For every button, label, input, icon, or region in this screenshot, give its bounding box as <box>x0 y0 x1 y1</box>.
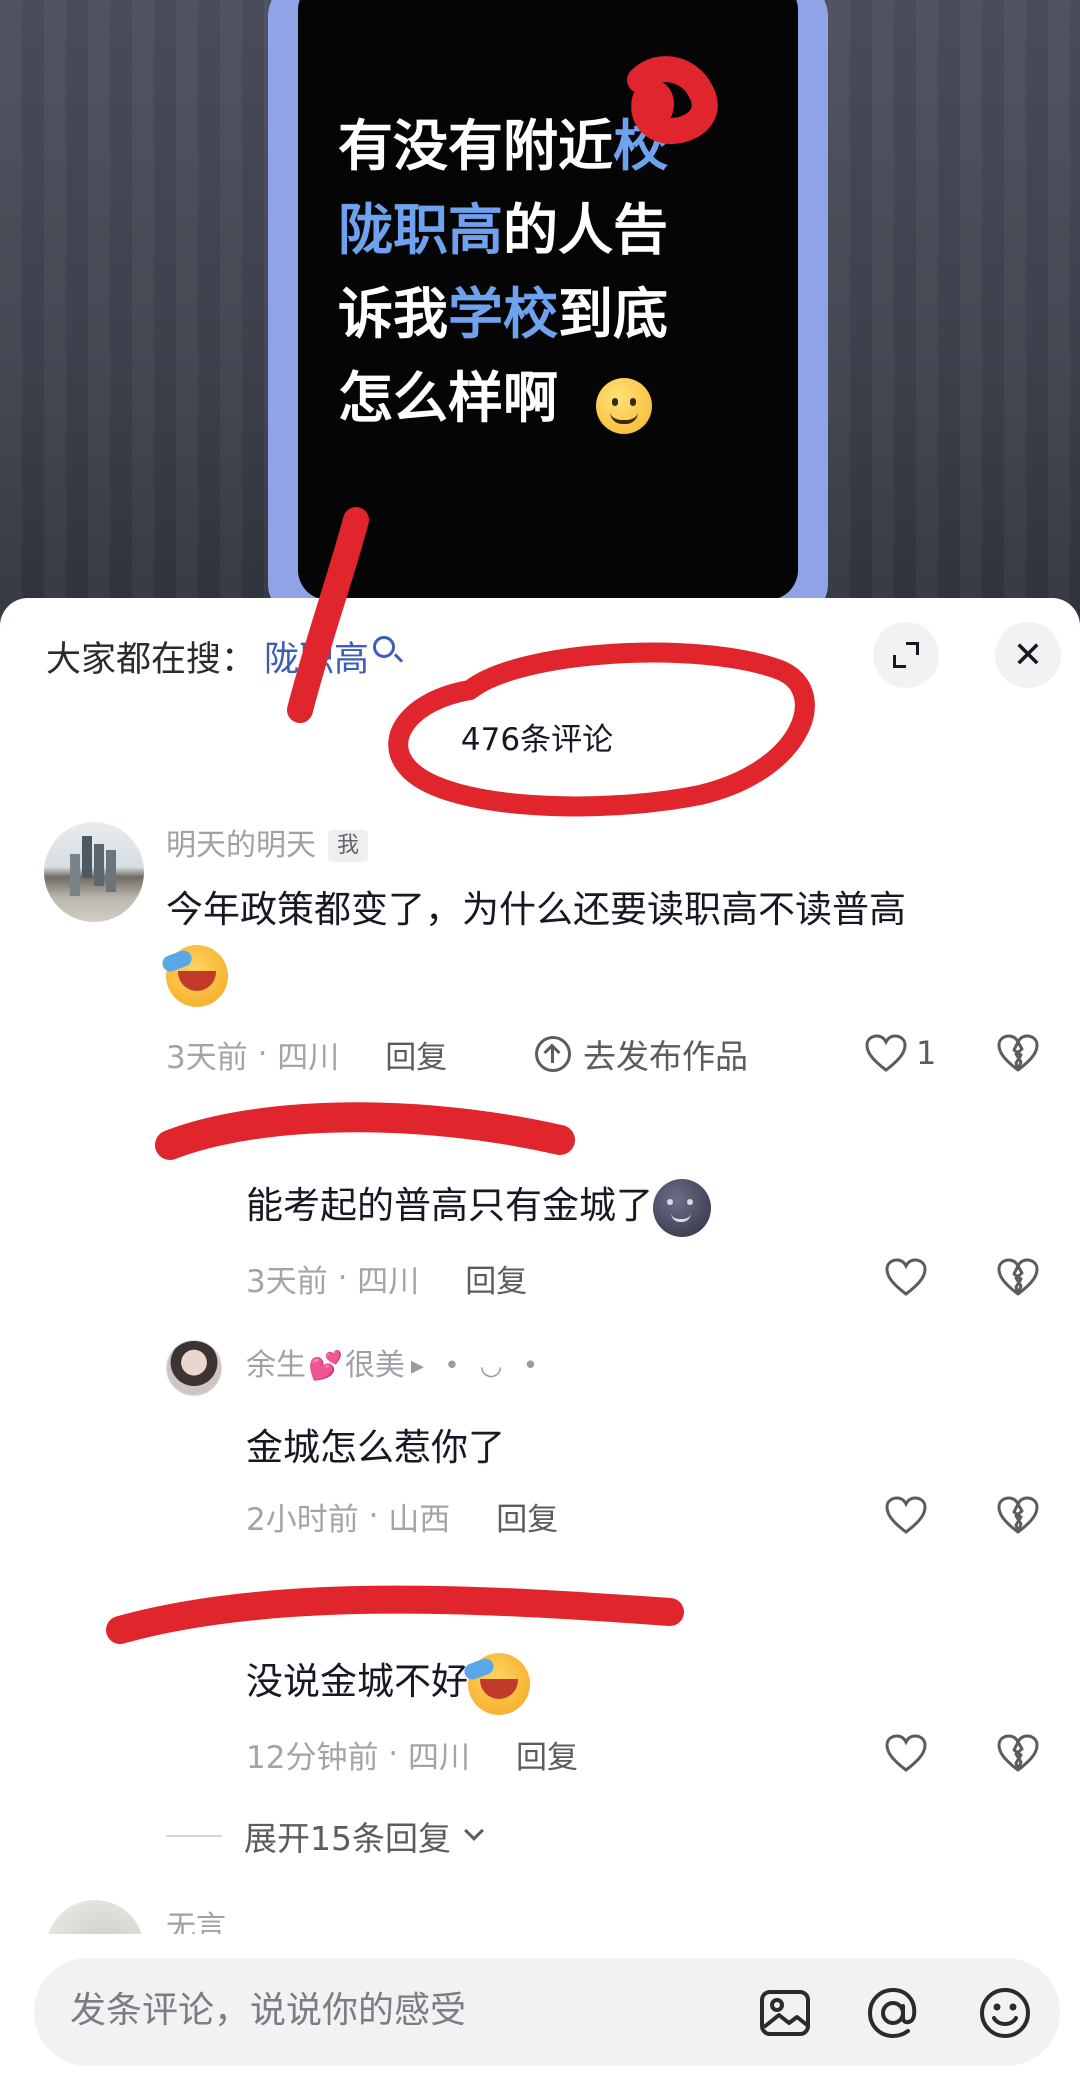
reply-meta: 2小时前 · 山西 回复 <box>246 1494 558 1538</box>
search-keyword[interactable]: 陇职高 <box>264 631 369 682</box>
broken-heart-icon <box>997 1258 1039 1296</box>
search-prefix: 大家都在搜： <box>46 639 257 680</box>
dislike-button[interactable] <box>996 1728 1040 1778</box>
search-suggestion[interactable]: 大家都在搜： 陇职高 <box>46 631 396 682</box>
like-count: 1 <box>916 1034 937 1072</box>
image-icon <box>760 1990 810 2036</box>
post-text: 有没有附近校 陇职高的人告 诉我学校到底 怎么样啊 <box>338 114 669 430</box>
image-button[interactable] <box>756 1984 814 2042</box>
heart-icon <box>865 1034 907 1072</box>
reply-meta: 12分钟前 · 四川 回复 <box>246 1732 578 1776</box>
reply-username[interactable]: 余生 💕 很美 ▸ • ◡ • <box>246 1346 544 1386</box>
dislike-button[interactable] <box>996 1252 1040 1302</box>
like-button[interactable] <box>884 1728 928 1778</box>
me-badge: 我 <box>328 830 369 862</box>
like-button[interactable]: 1 <box>864 1028 936 1078</box>
laughing-crying-icon <box>166 944 228 1007</box>
search-icon <box>373 636 396 658</box>
dislike-button[interactable] <box>996 1028 1040 1078</box>
heart-icon <box>885 1734 927 1772</box>
comment-meta: 3天前 · 四川 回复 <box>166 1032 447 1076</box>
reply-button[interactable]: 回复 <box>496 1494 558 1539</box>
comment-username[interactable]: 明天的明天 我 <box>166 826 369 866</box>
heart-icon <box>885 1496 927 1534</box>
like-button[interactable] <box>884 1252 928 1302</box>
broken-heart-icon <box>997 1034 1039 1072</box>
reply-text: 没说金城不好 <box>246 1652 530 1715</box>
divider <box>166 1835 222 1837</box>
broken-heart-icon <box>997 1734 1039 1772</box>
melting-face-icon <box>596 378 652 434</box>
smiley-icon <box>980 1988 1030 2038</box>
comment-input-placeholder: 发条评论，说说你的感受 <box>70 1990 467 2031</box>
heart-icon <box>885 1258 927 1296</box>
comment-count: 476条评论 <box>460 722 614 758</box>
avatar[interactable] <box>166 1340 222 1396</box>
two-hearts-icon: 💕 <box>308 1349 343 1382</box>
reply-button[interactable]: 回复 <box>385 1032 447 1077</box>
upload-icon <box>535 1036 571 1072</box>
reply-text: 金城怎么惹你了 <box>246 1426 505 1469</box>
reply-button[interactable]: 回复 <box>465 1256 527 1301</box>
new-moon-face-icon <box>653 1178 711 1237</box>
broken-heart-icon <box>997 1496 1039 1534</box>
publish-work-button[interactable]: 去发布作品 <box>535 1032 748 1076</box>
close-button[interactable]: ✕ <box>995 622 1061 688</box>
chevron-down-icon <box>464 1821 484 1841</box>
close-icon: ✕ <box>1012 634 1044 676</box>
avatar[interactable] <box>44 822 144 922</box>
reply-button[interactable]: 回复 <box>516 1732 578 1777</box>
expand-icon <box>893 642 919 668</box>
reply-text: 能考起的普高只有金城了 <box>246 1176 711 1237</box>
mention-button[interactable] <box>864 1984 922 2042</box>
emoji-button[interactable] <box>976 1984 1034 2042</box>
laughing-crying-icon <box>468 1652 530 1715</box>
expand-replies-button[interactable]: 展开15条回复 <box>166 1812 484 1860</box>
expand-button[interactable] <box>873 622 939 688</box>
reply-meta: 3天前 · 四川 回复 <box>246 1256 527 1300</box>
comments-sheet <box>0 598 1080 2088</box>
dislike-button[interactable] <box>996 1490 1040 1540</box>
comment-text: 今年政策都变了，为什么还要读职高不读普高 <box>166 880 1026 1007</box>
at-icon <box>867 1987 917 2039</box>
like-button[interactable] <box>884 1490 928 1540</box>
